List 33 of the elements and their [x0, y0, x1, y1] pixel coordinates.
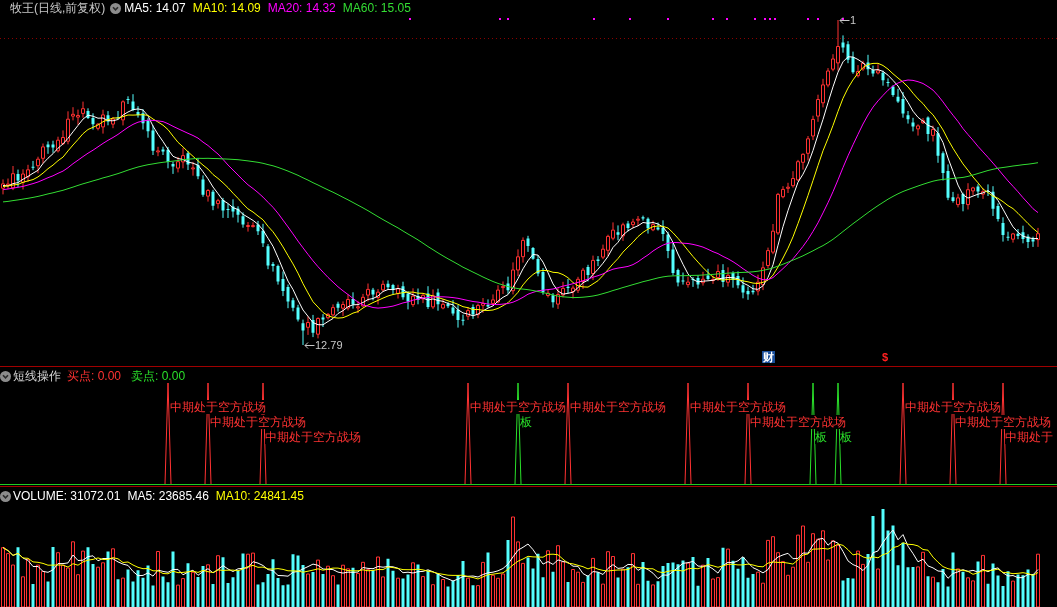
- signal-label: 中期处于: [1005, 430, 1053, 444]
- ma-reading: MA20: 14.32: [267, 1, 336, 15]
- dividend-marker[interactable]: $: [882, 351, 889, 363]
- signal-label: 中期处于空方战场: [905, 400, 1001, 414]
- signal-label: 中期处于空方战场: [690, 400, 786, 414]
- ma-reading: MA10: 14.09: [192, 1, 261, 15]
- signal-label: 中期处于空方战场: [265, 430, 361, 444]
- leader-arrow: [839, 15, 850, 25]
- signal-label: 中期处于空方战场: [955, 415, 1051, 429]
- signal-reading: 卖点: 0.00: [131, 369, 186, 383]
- price-label: 1: [850, 14, 857, 26]
- chevron-circle-icon[interactable]: [0, 490, 11, 502]
- volume-reading: MA10: 24841.45: [215, 489, 304, 503]
- signal-label: 板: [815, 430, 827, 444]
- signal-label: 中期处于空方战场: [470, 400, 566, 414]
- leader-arrow: [304, 340, 315, 350]
- volume-reading: MA5: 23685.46: [127, 489, 209, 503]
- ma-reading: MA5: 14.07: [124, 1, 186, 15]
- volume-reading: VOLUME: 31072.01: [13, 489, 121, 503]
- price-label: 12.79: [315, 339, 343, 351]
- chevron-circle-icon[interactable]: [110, 2, 122, 14]
- signal-label: 中期处于空方战场: [170, 400, 266, 414]
- signal-label: 板: [520, 415, 532, 429]
- finance-marker[interactable]: 财: [762, 351, 775, 363]
- signal-label: 中期处于空方战场: [750, 415, 846, 429]
- ma-reading: MA60: 15.05: [342, 1, 411, 15]
- signal-label: 中期处于空方战场: [210, 415, 306, 429]
- indicator-title: 短线操作: [13, 369, 61, 383]
- chevron-circle-icon[interactable]: [0, 370, 11, 382]
- signal-label: 板: [840, 430, 852, 444]
- signal-label: 中期处于空方战场: [570, 400, 666, 414]
- stock-title: 牧王(日线,前复权): [10, 1, 106, 15]
- signal-reading: 买点: 0.00: [67, 369, 122, 383]
